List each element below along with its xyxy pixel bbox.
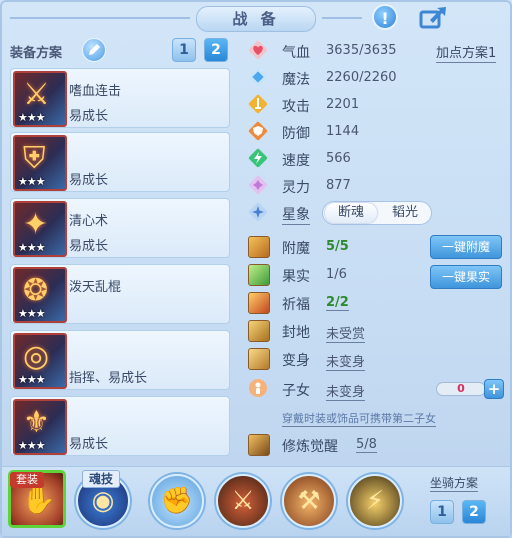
constellation-option-duanhun[interactable]: 断魂 <box>325 203 377 223</box>
constellation-label: 星象 <box>282 204 310 225</box>
cultivation-row: 修炼觉醒 5/8 <box>248 434 508 456</box>
warrior-icon: ⚔ <box>231 486 255 516</box>
sword-icon: ⚔ ★★★ <box>13 71 67 127</box>
edit-plan-button[interactable] <box>82 38 106 62</box>
diamond-icon <box>248 67 268 87</box>
add-child-button[interactable]: + <box>484 379 504 399</box>
transform-icon <box>248 348 270 370</box>
fief-icon <box>248 320 270 342</box>
fief-row: 封地 未受赏 <box>248 320 508 343</box>
plus-icon: + <box>487 380 501 398</box>
sword-icon <box>248 94 268 114</box>
equip-skill-name: 清心术 <box>69 214 109 229</box>
blessing-row: 祈福 2/2 <box>248 292 508 314</box>
strike-icon: ⚡ <box>365 486 385 516</box>
share-icon <box>419 7 446 29</box>
axe-icon: ⚒ <box>297 486 321 516</box>
equip-slot-weapon[interactable]: ⚔ ★★★ 嗜血连击 易成长 <box>10 68 230 128</box>
skill-slot-2[interactable]: ⚔ <box>216 474 270 528</box>
equip-plan-1-button[interactable]: 1 <box>172 38 196 62</box>
shield-icon <box>248 121 268 141</box>
exclamation-icon: ! <box>381 9 389 28</box>
spirit-icon <box>248 175 268 195</box>
equip-tag: 易成长 <box>69 239 109 254</box>
equip-tag: 易成长 <box>69 173 109 188</box>
equip-plan-label: 装备方案 <box>10 46 63 61</box>
skill-slot-3[interactable]: ⚒ <box>282 474 336 528</box>
equip-slot-belt[interactable]: ❂ ★★★ 泼天乱棍 <box>10 264 230 324</box>
skill-slot-1[interactable]: ✊ <box>150 474 204 528</box>
fruit-icon <box>248 264 270 286</box>
transform-row: 变身 未变身 <box>248 348 508 371</box>
equip-slot-boots[interactable]: ⚜ ★★★ 易成长 <box>10 396 230 456</box>
constellation-toggle[interactable]: 断魂 韬光 <box>322 201 432 225</box>
equip-slot-armor[interactable]: ⛨ ★★★ 易成长 <box>10 132 230 192</box>
mount-plan-label: 坐骑方案 <box>430 476 479 492</box>
child-icon <box>249 379 267 397</box>
mount-plan-1-button[interactable]: 1 <box>430 500 454 524</box>
boots-icon: ⚜ ★★★ <box>13 399 67 455</box>
stat-spirit: 灵力 877 <box>248 175 508 197</box>
equip-plan-2-button[interactable]: 2 <box>204 38 228 62</box>
blessing-icon <box>248 292 270 314</box>
equip-tag: 指挥、易成长 <box>69 371 148 386</box>
star-icon <box>248 202 268 222</box>
belt-icon: ❂ ★★★ <box>13 267 67 323</box>
lightning-icon <box>248 148 268 168</box>
stat-speed: 速度 566 <box>248 148 508 170</box>
equip-tag: 易成长 <box>69 437 109 452</box>
stat-mp: 魔法 2260/2260 <box>248 67 508 89</box>
child-count: 0 <box>436 382 486 396</box>
one-click-enchant-button[interactable]: 一键附魔 <box>430 235 502 259</box>
page-title: 战 备 <box>196 6 316 32</box>
equip-tag: 易成长 <box>69 109 109 124</box>
second-child-hint[interactable]: 穿戴时装或饰品可携带第二子女 <box>282 410 436 427</box>
soul-skill-label: 魂技 <box>82 470 121 488</box>
share-button[interactable] <box>418 4 448 30</box>
equip-skill-name: 泼天乱棍 <box>69 280 122 295</box>
armor-icon: ⛨ ★★★ <box>13 135 67 191</box>
suit-label: 套装 <box>10 472 44 488</box>
mount-plan-2-button[interactable]: 2 <box>462 500 486 524</box>
constellation-option-taoguang[interactable]: 韬光 <box>379 203 431 223</box>
equip-slot-ring[interactable]: ◎ ★★★ 指挥、易成长 <box>10 330 230 390</box>
equip-skill-name: 嗜血连击 <box>69 84 122 99</box>
enchant-icon <box>248 236 270 258</box>
necklace-icon: ✦ ★★★ <box>13 201 67 257</box>
stat-defense: 防御 1144 <box>248 121 508 143</box>
heart-icon <box>248 40 268 60</box>
stat-attack: 攻击 2201 <box>248 94 508 116</box>
pencil-icon <box>89 44 100 55</box>
one-click-fruit-button[interactable]: 一键果实 <box>430 265 502 289</box>
equip-slot-necklace[interactable]: ✦ ★★★ 清心术 易成长 <box>10 198 230 258</box>
header-divider-left <box>10 17 190 19</box>
info-button[interactable]: ! <box>372 4 398 30</box>
ring-icon: ◎ ★★★ <box>13 333 67 389</box>
fist-icon: ✊ <box>160 486 194 516</box>
header-divider-right <box>322 17 362 19</box>
skill-slot-4[interactable]: ⚡ <box>348 474 402 528</box>
cultivation-icon <box>248 434 270 456</box>
stat-hp: 气血 3635/3635 <box>248 40 508 62</box>
